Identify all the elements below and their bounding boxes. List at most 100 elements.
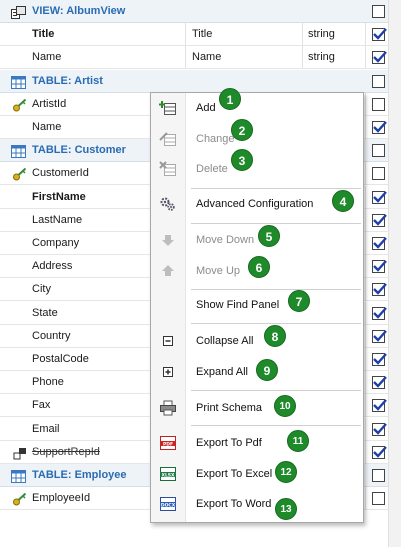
arrow-down-icon [159,232,177,248]
menu-item-label: Move Up [196,265,241,277]
menu-item-label: Export To Pdf [196,437,262,449]
include-checkbox[interactable] [372,144,385,157]
name-cell: Title [0,23,186,46]
menu-item-add[interactable]: Add [151,95,363,121]
include-checkbox[interactable] [372,376,387,389]
field-name: Phone [32,376,64,388]
menu-item-label: Expand All [196,366,248,378]
view-icon [11,5,26,19]
group-row[interactable]: TABLE: Artist [0,70,401,93]
menu-separator [191,390,361,391]
expand-icon [159,364,177,380]
field-name: Name [32,121,62,133]
include-checkbox[interactable] [372,121,387,134]
context-menu: Add Change Delete Advanced Configuration Mov… [150,92,364,523]
field-type[interactable]: string [303,46,366,69]
menu-item-change: Change [151,126,363,152]
include-checkbox[interactable] [372,191,387,204]
field-name: Company [32,237,80,249]
menu-item-print-schema[interactable]: Print Schema [151,395,363,421]
step-number-badge: 1 [219,88,241,110]
menu-item-label: Show Find Panel [196,299,280,311]
key-icon [13,167,27,181]
include-checkbox[interactable] [372,423,387,436]
field-name: Email [32,423,60,435]
include-checkbox[interactable] [372,446,387,459]
menu-item-label: Print Schema [196,402,263,414]
include-checkbox[interactable] [372,307,387,320]
xlsx-icon: XLSX [159,466,177,482]
vertical-scrollbar[interactable] [388,0,401,547]
change-field-icon [159,131,177,147]
step-number-badge: 8 [264,325,286,347]
gears-icon [159,196,177,212]
include-checkbox[interactable] [372,399,387,412]
group-title: TABLE: Artist [32,75,103,87]
fk-icon [13,446,27,460]
field-type[interactable]: string [303,23,366,46]
include-checkbox[interactable] [372,28,387,41]
menu-item-label: Change [196,133,235,145]
menu-separator [191,188,361,189]
include-checkbox[interactable] [372,330,387,343]
include-checkbox[interactable] [372,237,387,250]
field-name: CustomerId [32,167,89,179]
menu-item-label: Advanced Configuration [196,198,314,210]
menu-item-label: Export To Excel [196,468,273,480]
field-name: ArtistId [32,98,67,110]
include-checkbox[interactable] [372,492,385,505]
menu-separator [191,323,361,324]
field-name: EmployeeId [32,492,91,504]
menu-item-advanced-configuration[interactable]: Advanced Configuration [151,191,363,217]
name-cell: TABLE: Artist [0,70,366,93]
step-number-badge: 7 [288,290,310,312]
include-checkbox[interactable] [372,283,387,296]
field-name: Fax [32,399,51,411]
include-checkbox[interactable] [372,469,385,482]
group-title: TABLE: Employee [32,469,127,481]
field-label[interactable]: Name [186,46,303,69]
table-icon [11,469,26,483]
svg-text:PDF: PDF [163,441,173,447]
menu-item-label: Add [196,102,216,114]
include-checkbox[interactable] [372,75,385,88]
field-name: State [32,307,58,319]
include-checkbox[interactable] [372,353,387,366]
menu-item-move-down: Move Down [151,227,363,253]
include-checkbox[interactable] [372,260,387,273]
table-row[interactable]: Name Name string [0,46,401,69]
arrow-up-icon [159,263,177,279]
include-checkbox[interactable] [372,98,385,111]
step-number-badge: 4 [332,190,354,212]
field-name: PostalCode [32,353,89,365]
pdf-icon: PDF [159,435,177,451]
collapse-icon [159,333,177,349]
menu-item-export-to-pdf[interactable]: PDF Export To Pdf [151,430,363,456]
menu-item-delete: Delete [151,156,363,182]
menu-item-show-find-panel[interactable]: Show Find Panel [151,292,363,318]
include-checkbox[interactable] [372,214,387,227]
step-number-badge: 9 [256,359,278,381]
step-number-badge: 10 [274,395,296,417]
svg-text:DOCX: DOCX [161,502,176,508]
include-checkbox[interactable] [372,51,387,64]
include-checkbox[interactable] [372,167,385,180]
step-number-badge: 6 [248,256,270,278]
menu-item-label: Export To Word [196,498,272,510]
table-icon [11,144,26,158]
step-number-badge: 5 [258,225,280,247]
include-checkbox[interactable] [372,5,385,18]
field-name: SupportRepId [32,446,100,458]
menu-item-export-to-excel[interactable]: XLSX Export To Excel [151,461,363,487]
field-name: Title [32,28,55,40]
table-row[interactable]: Title Title string [0,23,401,46]
group-title: TABLE: Customer [32,144,126,156]
menu-item-label: Move Down [196,234,255,246]
menu-separator [191,289,361,290]
step-number-badge: 3 [231,149,253,171]
group-row[interactable]: VIEW: AlbumView [0,0,401,23]
menu-item-export-to-word[interactable]: DOCX Export To Word [151,491,363,517]
field-label[interactable]: Title [186,23,303,46]
menu-item-collapse-all[interactable]: Collapse All [151,328,363,354]
key-icon [13,98,27,112]
